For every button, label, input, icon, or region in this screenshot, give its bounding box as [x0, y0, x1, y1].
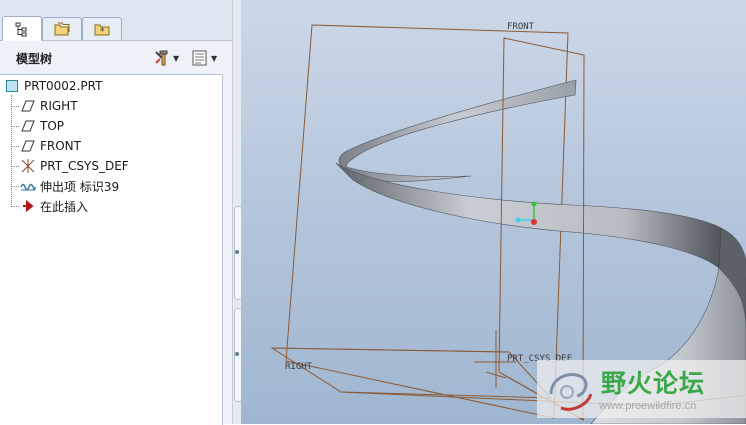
datum-plane-icon [20, 138, 36, 154]
site-watermark: 野火论坛 www.proewildfire.cn [537, 360, 746, 418]
tree-connector [11, 206, 19, 207]
tools-icon [155, 50, 168, 66]
tree-connector [11, 126, 19, 127]
tree-connector [11, 186, 19, 187]
tree-item-root[interactable]: PRT0002.PRT [4, 77, 102, 95]
tree-tools-button[interactable]: ▼ [153, 48, 179, 68]
tree-item-protrusion[interactable]: 伸出项 标识39 [20, 177, 119, 195]
tree-connector [11, 106, 19, 107]
tree-item-front[interactable]: FRONT [20, 137, 81, 155]
graphics-viewport[interactable]: FRONT RIGHT PRT_CSYS_DEF 野火论坛 www.proewi… [241, 0, 746, 424]
tab-folder-browser[interactable] [42, 17, 82, 40]
tree-connector [11, 95, 12, 207]
insert-here-arrow-icon [20, 198, 36, 214]
settings-icon [192, 50, 207, 66]
tree-item-label: PRT0002.PRT [24, 79, 103, 93]
watermark-url: www.proewildfire.cn [599, 400, 697, 412]
navigator-panel: * 模型树 ▼ ▼ PRT0002.PRT RIGHT TOP FRONT PR… [0, 0, 232, 425]
right-plane-label: RIGHT [285, 362, 313, 372]
ribbon-upper-band [338, 79, 577, 182]
tree-item-label: 伸出项 标识39 [40, 179, 120, 194]
model-tree: PRT0002.PRT RIGHT TOP FRONT PRT_CSYS_DEF [0, 74, 223, 425]
front-plane-label: FRONT [507, 22, 535, 32]
protrusion-icon [20, 178, 36, 194]
tab-favorites[interactable]: * [82, 17, 122, 40]
watermark-title: 野火论坛 [601, 369, 706, 398]
tree-connector [11, 146, 19, 147]
tree-connector [11, 166, 19, 167]
tree-item-label: FRONT [40, 139, 81, 153]
tab-model-tree[interactable] [2, 16, 42, 41]
tree-item-csys[interactable]: PRT_CSYS_DEF [20, 157, 129, 175]
part-icon [4, 78, 20, 94]
model-tree-header: 模型树 ▼ ▼ [0, 41, 232, 73]
chevron-down-icon: ▼ [211, 53, 218, 63]
tree-item-top[interactable]: TOP [20, 117, 64, 135]
tree-item-insert-here[interactable]: 在此插入 [20, 197, 88, 215]
datum-plane-icon [20, 118, 36, 134]
tree-item-label: RIGHT [40, 99, 78, 113]
tree-item-right[interactable]: RIGHT [20, 97, 78, 115]
model-tree-title: 模型树 [16, 52, 53, 66]
watermark-logo-icon [549, 373, 593, 411]
favorites-icon: * [94, 24, 110, 37]
tree-item-label: PRT_CSYS_DEF [40, 159, 129, 173]
folder-browser-icon [54, 22, 70, 36]
tree-item-label: TOP [40, 119, 65, 133]
splitter-grip [235, 250, 239, 254]
tree-item-label: 在此插入 [40, 199, 89, 214]
csys-icon [20, 158, 36, 174]
navigator-tabbar: * [0, 0, 232, 41]
datum-plane-icon [20, 98, 36, 114]
svg-text:*: * [100, 27, 105, 37]
chevron-down-icon: ▼ [173, 53, 180, 63]
splitter-grip [235, 352, 239, 356]
tree-settings-button[interactable]: ▼ [191, 48, 217, 68]
model-tree-icon [15, 22, 27, 37]
